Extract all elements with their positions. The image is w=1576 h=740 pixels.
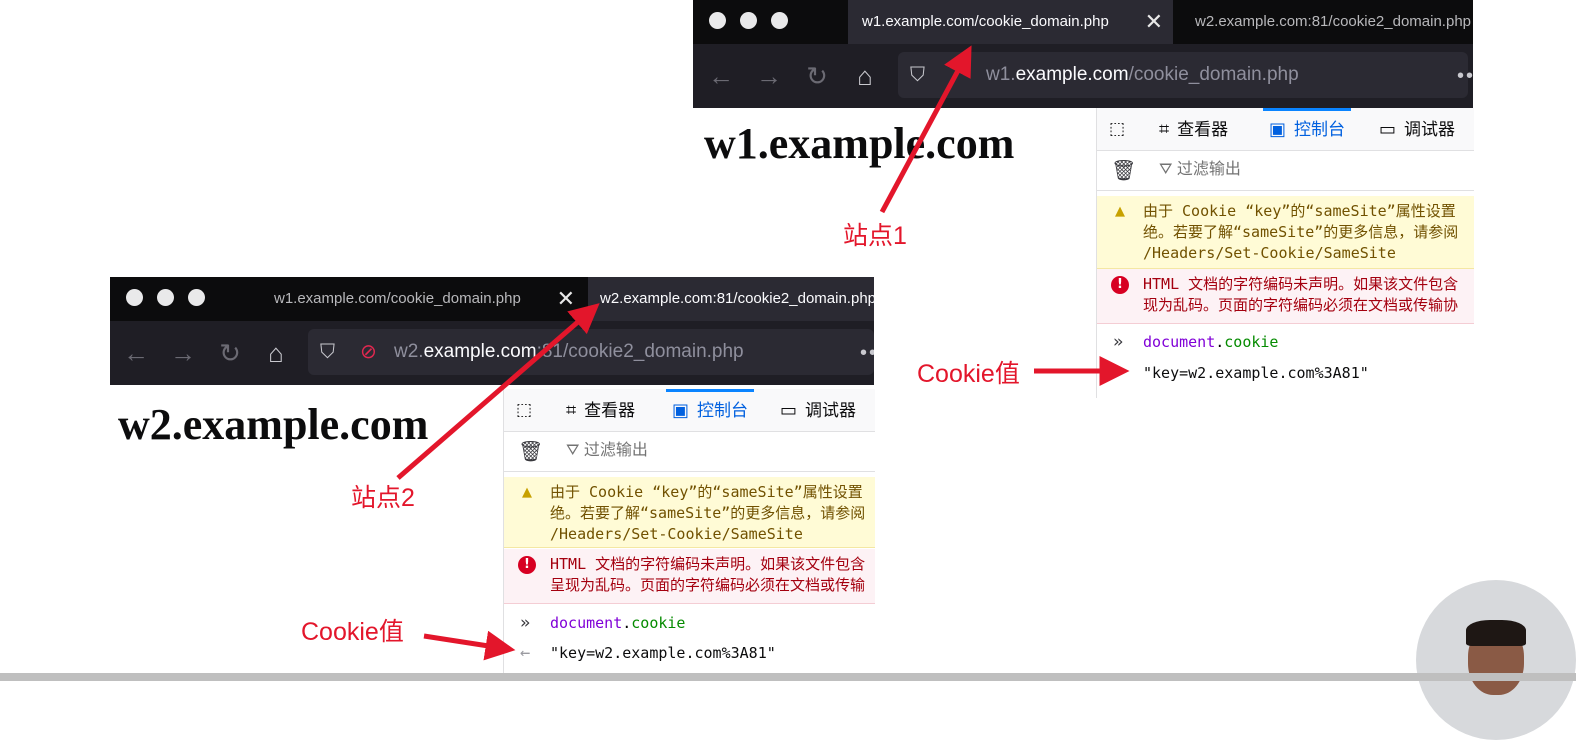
arrow-site2 [396, 303, 600, 480]
arrow-site1 [879, 45, 972, 214]
arrow-cookie2 [423, 630, 516, 661]
annotation-arrows [396, 45, 1130, 661]
avatar-hair [1466, 620, 1526, 646]
speaker-avatar [1416, 580, 1576, 740]
video-progress-bar[interactable] [0, 673, 1576, 681]
